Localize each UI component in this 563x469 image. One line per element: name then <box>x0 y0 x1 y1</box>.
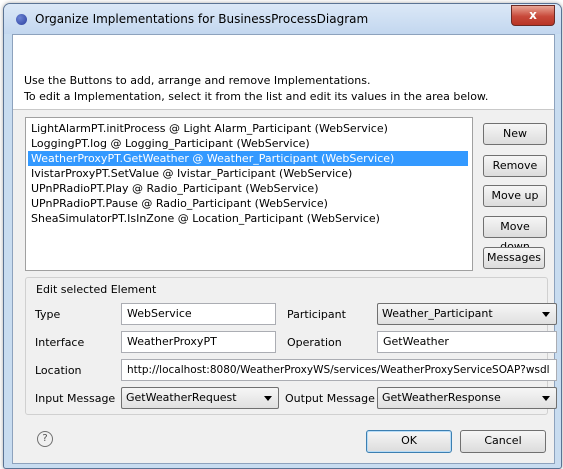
title-bar[interactable]: Organize Implementations for BusinessPro… <box>4 4 561 34</box>
close-button[interactable]: x <box>511 5 555 26</box>
operation-label: Operation <box>287 336 342 349</box>
move-down-button[interactable]: Move down <box>483 216 547 253</box>
type-field[interactable]: WebService <box>121 303 276 325</box>
list-item[interactable]: IvistarProxyPT.SetValue @ Ivistar_Partic… <box>28 166 468 181</box>
move-up-button[interactable]: Move up <box>483 185 547 207</box>
list-item[interactable]: WeatherProxyPT.GetWeather @ Weather_Part… <box>28 151 468 166</box>
cancel-button[interactable]: Cancel <box>460 430 546 453</box>
interface-field[interactable]: WeatherProxyPT <box>121 331 276 353</box>
output-message-combo[interactable]: GetWeatherResponse <box>377 387 557 409</box>
window-title: Organize Implementations for BusinessPro… <box>35 12 369 26</box>
edit-group-title: Edit selected Element <box>35 283 158 296</box>
list-item[interactable]: UPnPRadioPT.Pause @ Radio_Participant (W… <box>28 196 468 211</box>
chevron-down-icon <box>542 396 550 401</box>
location-label: Location <box>35 364 82 377</box>
implementations-list[interactable]: LightAlarmPT.initProcess @ Light Alarm_P… <box>25 117 473 271</box>
remove-button[interactable]: Remove <box>483 155 547 177</box>
operation-field[interactable]: GetWeather <box>377 331 557 353</box>
participant-combo[interactable]: Weather_Participant <box>377 303 557 325</box>
input-message-combo[interactable]: GetWeatherRequest <box>121 387 279 409</box>
list-item[interactable]: UPnPRadioPT.Play @ Radio_Participant (We… <box>28 181 468 196</box>
instruction-banner: Use the Buttons to add, arrange and remo… <box>13 35 554 110</box>
list-item[interactable]: LightAlarmPT.initProcess @ Light Alarm_P… <box>28 121 468 136</box>
chevron-down-icon <box>542 312 550 317</box>
list-item[interactable]: LoggingPT.log @ Logging_Participant (Web… <box>28 136 468 151</box>
ok-button[interactable]: OK <box>366 430 452 453</box>
output-message-label: Output Message <box>285 392 375 405</box>
location-field[interactable]: http://localhost:8080/WeatherProxyWS/ser… <box>121 359 557 381</box>
participant-label: Participant <box>287 308 346 321</box>
type-label: Type <box>35 308 61 321</box>
messages-button[interactable]: Messages <box>483 247 545 269</box>
instruction-line-1: Use the Buttons to add, arrange and remo… <box>24 74 371 87</box>
dialog-body: Use the Buttons to add, arrange and remo… <box>12 34 557 464</box>
output-message-value: GetWeatherResponse <box>382 391 501 404</box>
chevron-down-icon <box>264 396 272 401</box>
help-icon[interactable]: ? <box>37 431 53 447</box>
instruction-line-2: To edit a Implementation, select it from… <box>24 90 489 103</box>
participant-combo-value: Weather_Participant <box>382 307 493 320</box>
list-item[interactable]: SheaSimulatorPT.IsInZone @ Location_Part… <box>28 211 468 226</box>
interface-label: Interface <box>35 336 85 349</box>
input-message-value: GetWeatherRequest <box>126 391 237 404</box>
input-message-label: Input Message <box>35 392 116 405</box>
dialog-window: Organize Implementations for BusinessPro… <box>3 3 562 469</box>
new-button[interactable]: New <box>483 123 547 145</box>
eclipse-app-icon <box>16 14 27 25</box>
